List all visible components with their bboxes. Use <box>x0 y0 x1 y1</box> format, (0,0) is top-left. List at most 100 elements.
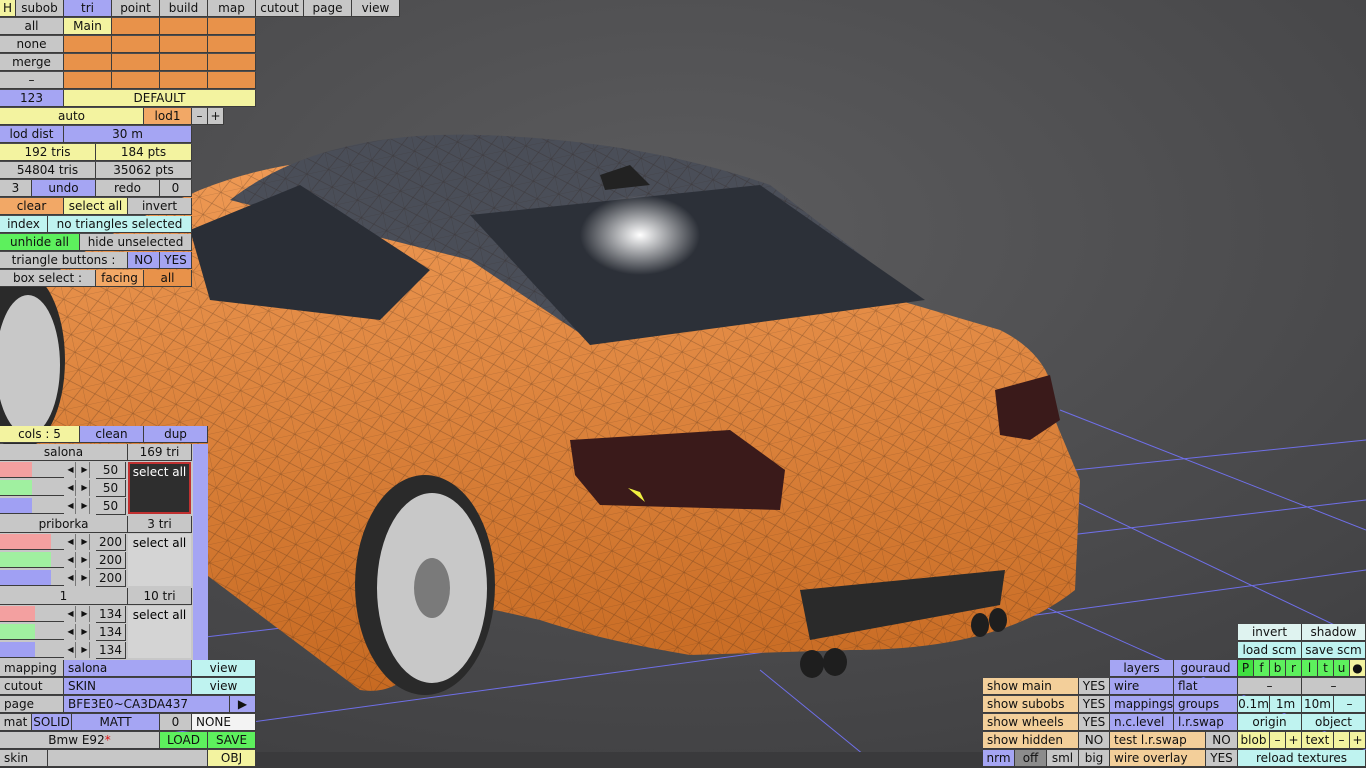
skin-value[interactable] <box>48 750 208 767</box>
blue-slider[interactable] <box>0 642 64 658</box>
load-scm-button[interactable]: load scm <box>1238 642 1302 659</box>
lod-minus-button[interactable]: – <box>192 108 208 125</box>
invert-selection-button[interactable]: invert <box>128 198 192 215</box>
subob-slot[interactable] <box>208 72 256 89</box>
subob-slot[interactable] <box>112 72 160 89</box>
subob-slot[interactable] <box>208 36 256 53</box>
blob-plus-button[interactable]: + <box>1286 732 1302 749</box>
slider-right-arrow[interactable]: ▶ <box>80 534 90 550</box>
save-button[interactable]: SAVE <box>208 732 256 749</box>
mat-zero-value[interactable]: 0 <box>160 714 192 731</box>
dup-button[interactable]: dup <box>144 426 208 443</box>
mat-none-value[interactable]: NONE <box>192 714 256 731</box>
show-wheels-toggle[interactable]: YES <box>1079 714 1110 731</box>
blue-value[interactable]: 200 <box>96 570 126 587</box>
big-size-button[interactable]: big <box>1079 750 1110 767</box>
slider-left-arrow[interactable]: ◀ <box>66 624 76 640</box>
hide-unselected-button[interactable]: hide unselected <box>80 234 192 251</box>
shadow-button[interactable]: shadow <box>1302 624 1366 641</box>
slider-right-arrow[interactable]: ▶ <box>80 480 90 496</box>
obj-button[interactable]: OBJ <box>208 750 256 767</box>
cols-button[interactable]: cols : 5 <box>0 426 80 443</box>
load-button[interactable]: LOAD <box>160 732 208 749</box>
slider-left-arrow[interactable]: ◀ <box>66 552 76 568</box>
green-value[interactable]: 200 <box>96 552 126 569</box>
red-value[interactable]: 200 <box>96 534 126 551</box>
test-lr-swap-toggle[interactable]: NO <box>1206 732 1238 749</box>
clear-selection-button[interactable]: clear <box>0 198 64 215</box>
grid-minus-button[interactable]: – <box>1334 696 1366 713</box>
view-front-button[interactable]: f <box>1254 660 1270 677</box>
groups-button[interactable]: groups <box>1174 696 1238 713</box>
subob-slot[interactable] <box>112 54 160 71</box>
cutout-select[interactable]: SKIN <box>64 678 192 695</box>
lod-plus-button[interactable]: + <box>208 108 224 125</box>
layers-button[interactable]: layers <box>1110 660 1174 677</box>
subob-slot[interactable] <box>160 72 208 89</box>
red-value[interactable]: 134 <box>96 606 126 623</box>
subob-slot[interactable] <box>112 36 160 53</box>
cutout-view-button[interactable]: view <box>192 678 256 695</box>
material-select-all-button[interactable]: select all <box>128 606 191 658</box>
box-select-facing[interactable]: facing <box>96 270 144 287</box>
subob-slot[interactable] <box>160 18 208 35</box>
slider-right-arrow[interactable]: ▶ <box>80 624 90 640</box>
subob-slot[interactable] <box>160 54 208 71</box>
show-subobs-toggle[interactable]: YES <box>1079 696 1110 713</box>
slider-right-arrow[interactable]: ▶ <box>80 642 90 658</box>
slider-right-arrow[interactable]: ▶ <box>80 462 90 478</box>
object-button[interactable]: object <box>1302 714 1366 731</box>
green-value[interactable]: 134 <box>96 624 126 641</box>
mat-solid-button[interactable]: SOLID <box>32 714 72 731</box>
blue-slider[interactable] <box>0 498 64 514</box>
view-dot-button[interactable]: ● <box>1350 660 1366 677</box>
wire-overlay-toggle[interactable]: YES <box>1206 750 1238 767</box>
slider-left-arrow[interactable]: ◀ <box>66 642 76 658</box>
triangle-buttons-no[interactable]: NO <box>128 252 160 269</box>
unhide-all-button[interactable]: unhide all <box>0 234 80 251</box>
green-slider[interactable] <box>0 624 64 640</box>
wire-button[interactable]: wire <box>1110 678 1174 695</box>
grid-10m-button[interactable]: 10m <box>1302 696 1334 713</box>
view-right-button[interactable]: r <box>1286 660 1302 677</box>
zoom-minus-button-2[interactable]: – <box>1302 678 1366 695</box>
tab-tri[interactable]: tri <box>64 0 112 17</box>
help-button[interactable]: H <box>0 0 16 17</box>
material-select-all-button[interactable]: select all <box>128 462 191 514</box>
grid-1m-button[interactable]: 1m <box>1270 696 1302 713</box>
mat-matt-button[interactable]: MATT <box>72 714 160 731</box>
tab-build[interactable]: build <box>160 0 208 17</box>
subob-slot[interactable] <box>208 18 256 35</box>
slider-left-arrow[interactable]: ◀ <box>66 534 76 550</box>
red-value[interactable]: 50 <box>96 462 126 479</box>
material-select-all-button[interactable]: select all <box>128 534 191 586</box>
tab-view[interactable]: view <box>352 0 400 17</box>
subob-slot[interactable] <box>64 72 112 89</box>
subob-slot[interactable] <box>208 54 256 71</box>
view-under-button[interactable]: u <box>1334 660 1350 677</box>
tab-page[interactable]: page <box>304 0 352 17</box>
index-button[interactable]: index <box>0 216 48 233</box>
clean-button[interactable]: clean <box>80 426 144 443</box>
text-plus-button[interactable]: + <box>1350 732 1366 749</box>
blue-value[interactable]: 50 <box>96 498 126 515</box>
subob-main[interactable]: Main <box>64 18 112 35</box>
gouraud-button[interactable]: gouraud <box>1174 660 1238 677</box>
text-minus-button[interactable]: – <box>1334 732 1350 749</box>
redo-button[interactable]: redo <box>96 180 160 197</box>
view-persp-button[interactable]: P <box>1238 660 1254 677</box>
subob-count[interactable]: 123 <box>0 90 64 107</box>
page-select[interactable]: BFE3E0~CA3DA437 <box>64 696 230 713</box>
subob-all-button[interactable]: all <box>0 18 64 35</box>
subob-minus-button[interactable]: – <box>0 72 64 89</box>
zoom-minus-button[interactable]: – <box>1238 678 1302 695</box>
box-select-all[interactable]: all <box>144 270 192 287</box>
subob-merge-button[interactable]: merge <box>0 54 64 71</box>
slider-right-arrow[interactable]: ▶ <box>80 606 90 622</box>
slider-left-arrow[interactable]: ◀ <box>66 606 76 622</box>
lod-select[interactable]: lod1 <box>144 108 192 125</box>
triangle-buttons-yes[interactable]: YES <box>160 252 192 269</box>
small-size-button[interactable]: sml <box>1047 750 1079 767</box>
subob-slot[interactable] <box>160 36 208 53</box>
subob-slot[interactable] <box>64 54 112 71</box>
